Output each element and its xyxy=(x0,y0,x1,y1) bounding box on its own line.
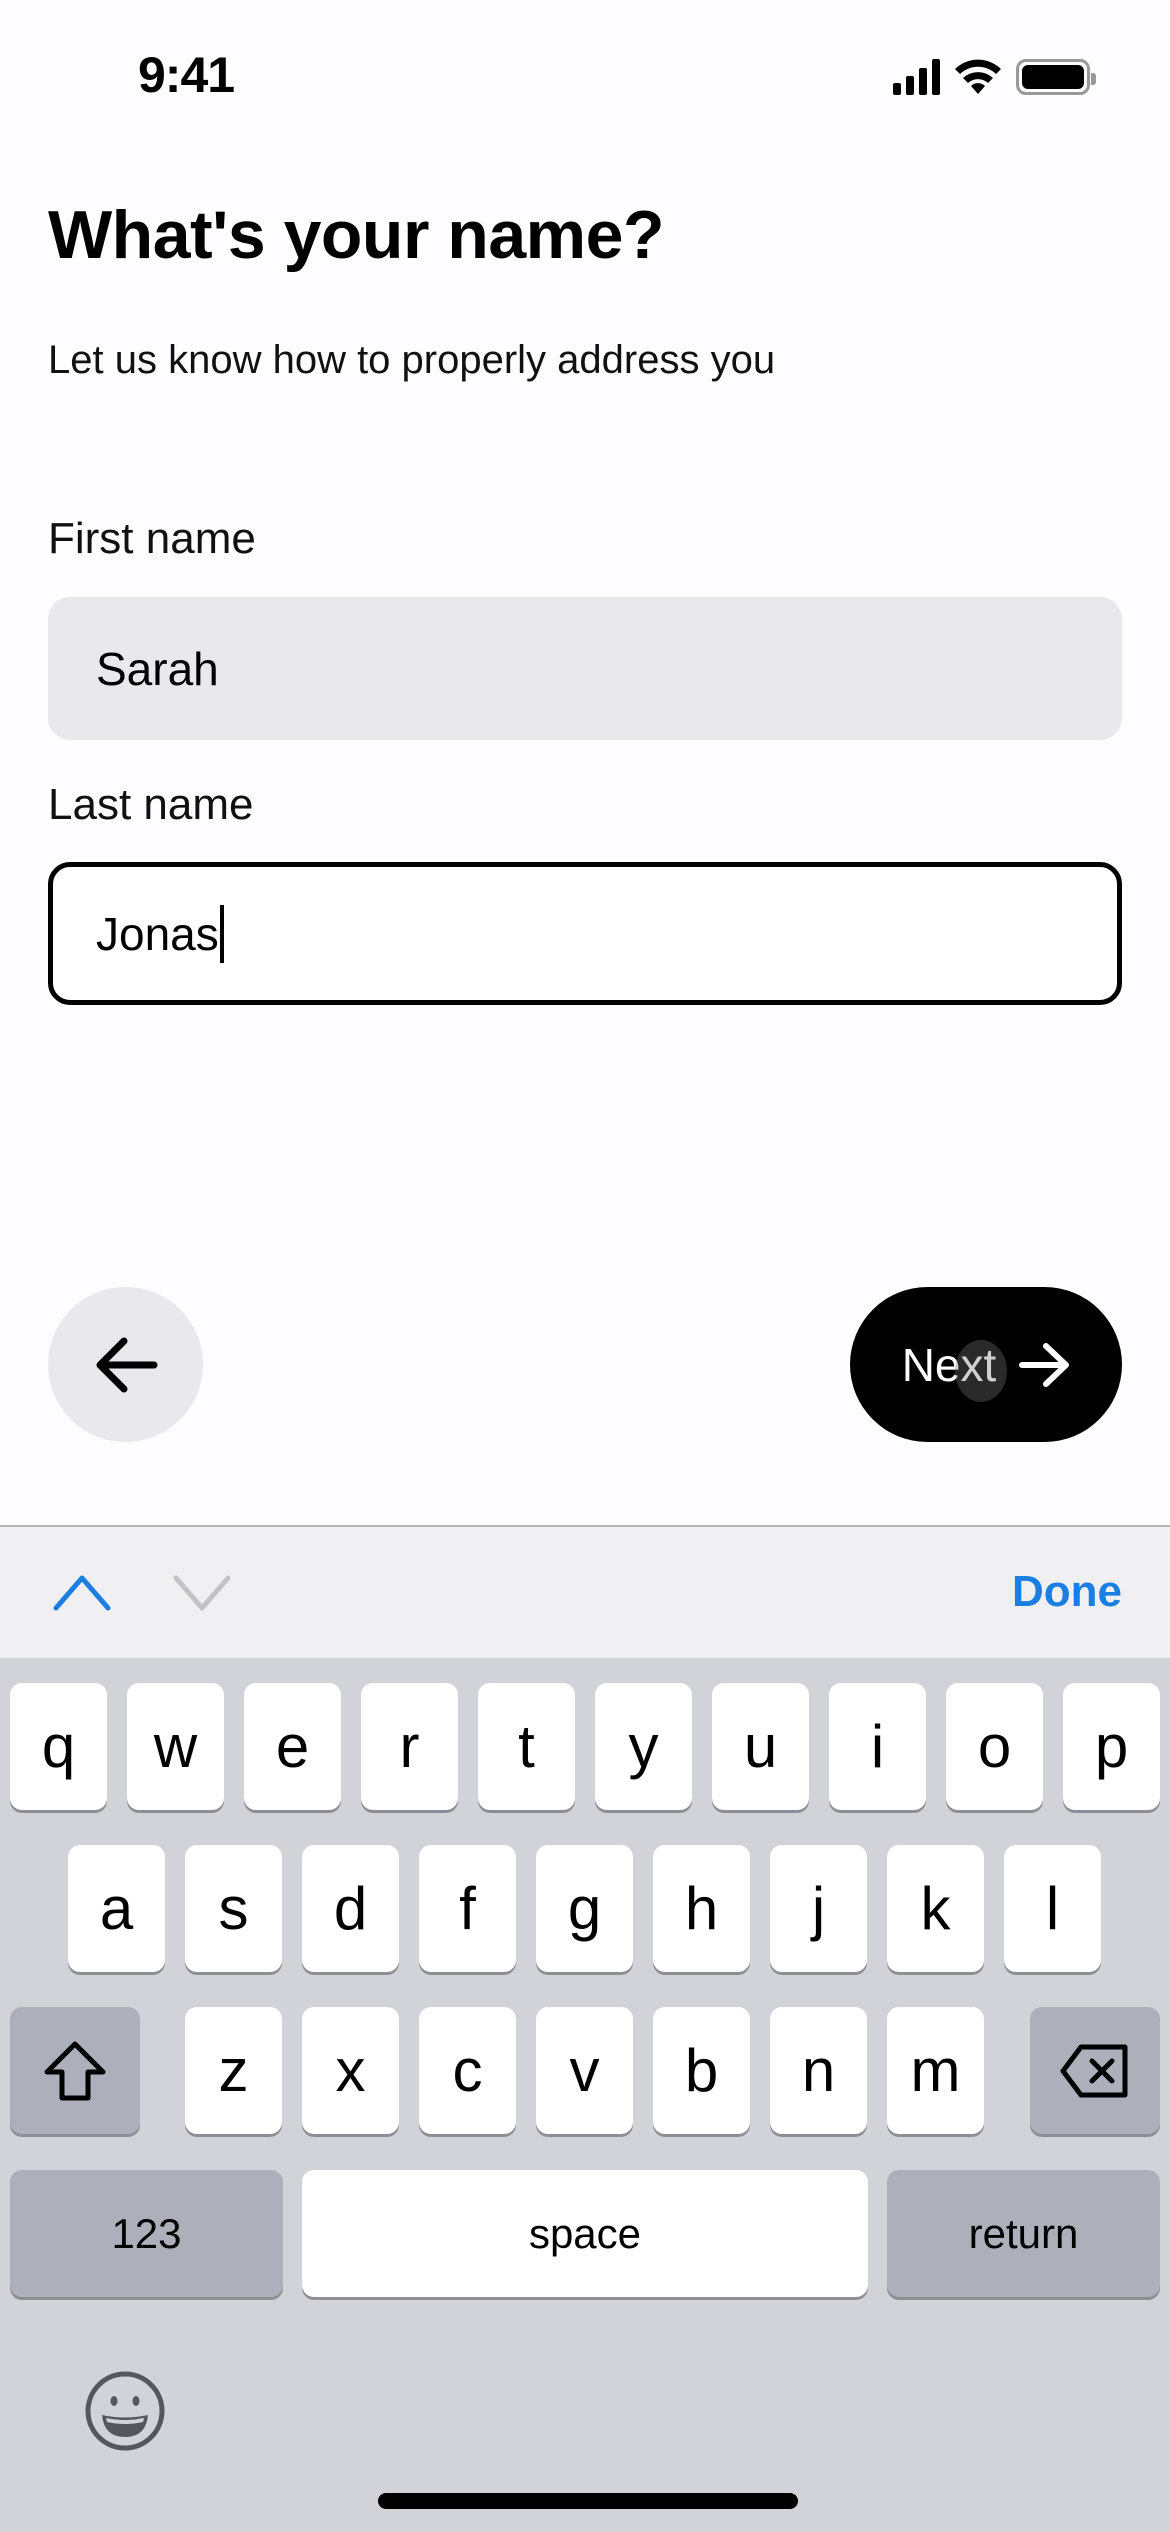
key-i[interactable]: i xyxy=(829,1683,926,1810)
status-bar: 9:41 xyxy=(0,0,1170,150)
key-q[interactable]: q xyxy=(10,1683,107,1810)
key-l[interactable]: l xyxy=(1004,1845,1101,1972)
key-a[interactable]: a xyxy=(68,1845,165,1972)
key-p[interactable]: p xyxy=(1063,1683,1160,1810)
key-b[interactable]: b xyxy=(653,2007,750,2134)
first-name-field[interactable]: Sarah xyxy=(48,597,1122,740)
key-f[interactable]: f xyxy=(419,1845,516,1972)
chevron-up-icon[interactable] xyxy=(52,1572,112,1612)
first-name-value: Sarah xyxy=(96,642,219,695)
arrow-right-icon xyxy=(1019,1342,1070,1387)
numbers-key[interactable]: 123 xyxy=(10,2170,283,2297)
text-caret xyxy=(219,904,224,963)
delete-backspace-icon xyxy=(1060,2044,1128,2097)
key-y[interactable]: y xyxy=(595,1683,692,1810)
key-g[interactable]: g xyxy=(536,1845,633,1972)
last-name-field[interactable]: Jonas xyxy=(48,862,1122,1005)
last-name-label: Last name xyxy=(48,780,254,829)
key-u[interactable]: u xyxy=(712,1683,809,1810)
key-m[interactable]: m xyxy=(887,2007,984,2134)
emoji-smiley-icon[interactable] xyxy=(84,2370,166,2452)
cellular-signal-icon xyxy=(893,59,940,95)
wifi-icon xyxy=(955,59,1001,94)
key-z[interactable]: z xyxy=(185,2007,282,2134)
key-w[interactable]: w xyxy=(127,1683,224,1810)
status-time: 9:41 xyxy=(138,47,235,103)
key-k[interactable]: k xyxy=(887,1845,984,1972)
key-r[interactable]: r xyxy=(361,1683,458,1810)
key-x[interactable]: x xyxy=(302,2007,399,2134)
home-indicator xyxy=(378,2493,798,2509)
key-n[interactable]: n xyxy=(770,2007,867,2134)
key-t[interactable]: t xyxy=(478,1683,575,1810)
touch-indicator xyxy=(955,1340,1007,1402)
arrow-left-icon xyxy=(96,1337,157,1392)
shift-key[interactable] xyxy=(10,2007,140,2134)
chevron-down-icon[interactable] xyxy=(172,1572,232,1612)
battery-icon xyxy=(1016,59,1096,95)
key-e[interactable]: e xyxy=(244,1683,341,1810)
last-name-value: Jonas xyxy=(96,907,219,960)
key-o[interactable]: o xyxy=(946,1683,1043,1810)
key-c[interactable]: c xyxy=(419,2007,516,2134)
status-icons xyxy=(893,58,1096,96)
key-h[interactable]: h xyxy=(653,1845,750,1972)
page-subtitle: Let us know how to properly address you xyxy=(48,338,776,382)
space-key[interactable]: space xyxy=(302,2170,868,2297)
keyboard-accessory-bar: Done xyxy=(0,1525,1170,1658)
keyboard: qwertyuiop asdfghjkl zxcvbnm 123 space r… xyxy=(0,1658,1170,2532)
return-key[interactable]: return xyxy=(887,2170,1160,2297)
key-j[interactable]: j xyxy=(770,1845,867,1972)
shift-icon xyxy=(44,2041,106,2100)
first-name-label: First name xyxy=(48,514,256,563)
key-v[interactable]: v xyxy=(536,2007,633,2134)
back-button[interactable] xyxy=(48,1287,203,1442)
delete-key[interactable] xyxy=(1030,2007,1160,2134)
done-button[interactable]: Done xyxy=(1012,1567,1122,1617)
page-title: What's your name? xyxy=(48,197,664,273)
key-d[interactable]: d xyxy=(302,1845,399,1972)
key-s[interactable]: s xyxy=(185,1845,282,1972)
